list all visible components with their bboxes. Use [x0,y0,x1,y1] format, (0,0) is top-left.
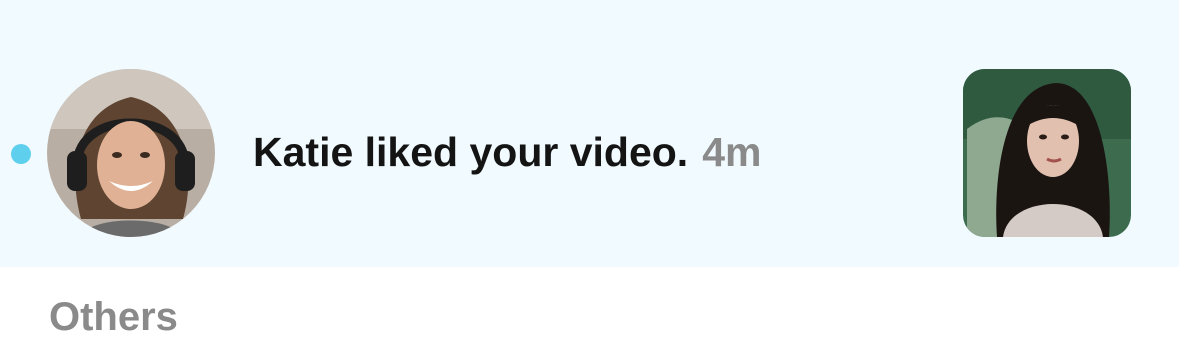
notification-text: Katie liked your video. [253,129,689,175]
avatar[interactable] [47,69,215,237]
unread-indicator [11,144,31,164]
notifications-screen: Katie liked your video. 4m Others [0,0,1179,362]
notification-time: 4m [702,129,762,175]
video-thumbnail[interactable] [963,69,1131,237]
notification-message: Katie liked your video. 4m [253,126,761,178]
video-thumbnail-icon [963,69,1131,237]
section-header-others: Others [49,295,178,339]
person-avatar-icon [47,69,215,237]
